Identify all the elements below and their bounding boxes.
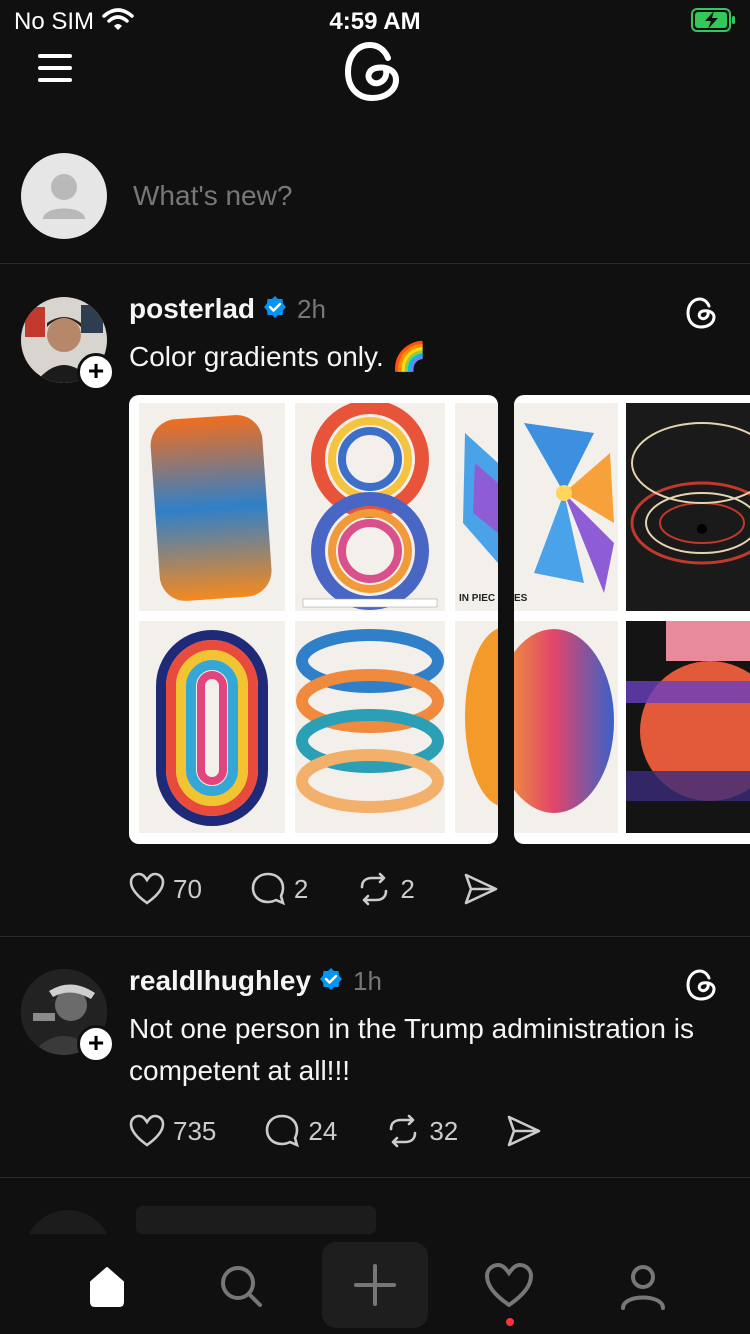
post-actions: 735 24 32: [129, 1113, 590, 1149]
follow-button[interactable]: +: [77, 1025, 115, 1063]
like-count: 70: [173, 873, 202, 904]
carousel-image[interactable]: IN PIEC: [129, 395, 498, 844]
clock: 4:59 AM: [329, 8, 421, 35]
poster-image: [514, 621, 618, 833]
threads-icon[interactable]: [684, 967, 720, 1008]
tab-activity[interactable]: [479, 1256, 539, 1316]
post-time: 2h: [297, 293, 326, 324]
home-icon: [90, 1267, 124, 1307]
battery-icon: [691, 8, 737, 37]
like-count: 735: [173, 1115, 217, 1146]
poster-image: [139, 403, 285, 611]
menu-icon[interactable]: [34, 50, 78, 86]
repost-button[interactable]: 32: [385, 1113, 458, 1149]
heart-icon: [129, 872, 165, 905]
follow-button[interactable]: +: [77, 353, 115, 391]
threads-icon[interactable]: [684, 295, 720, 336]
poster-image: [626, 621, 750, 833]
share-button[interactable]: [463, 872, 499, 906]
repost-icon: [361, 872, 388, 906]
tab-compose[interactable]: [322, 1242, 428, 1328]
verified-badge-icon: [263, 295, 287, 324]
repost-count: 32: [429, 1115, 459, 1146]
send-icon: [464, 873, 498, 905]
poster-image: ES: [514, 403, 618, 611]
tab-bar: [0, 1234, 750, 1334]
post-header: posterlad 2h: [129, 293, 326, 325]
poster-caption: IN PIEC: [459, 593, 496, 604]
composer[interactable]: What's new?: [0, 140, 750, 264]
post-time: 1h: [353, 965, 382, 996]
post-actions: 70 2 2: [129, 871, 547, 907]
tab-search[interactable]: [211, 1256, 271, 1316]
poster-image: IN PIEC: [455, 403, 498, 611]
like-button[interactable]: 735: [129, 1114, 216, 1148]
reply-button[interactable]: 24: [264, 1113, 337, 1149]
heart-icon: [484, 1263, 534, 1308]
repost-button[interactable]: 2: [356, 871, 415, 907]
tab-home[interactable]: [77, 1256, 137, 1316]
post[interactable]: + posterlad 2h Color gradients only. 🌈 I…: [0, 265, 750, 937]
post-text: Color gradients only. 🌈: [129, 341, 427, 372]
poster-image: [455, 621, 498, 833]
author-avatar[interactable]: +: [21, 969, 115, 1063]
share-button[interactable]: [506, 1114, 542, 1148]
poster-image: [139, 621, 285, 833]
image-carousel[interactable]: IN PIEC ES: [129, 395, 750, 844]
reply-button[interactable]: 2: [250, 871, 308, 907]
poster-image: [626, 403, 750, 611]
notification-dot: [506, 1318, 514, 1326]
plus-icon: [354, 1264, 396, 1306]
search-icon: [221, 1266, 262, 1307]
heart-icon: [129, 1114, 165, 1147]
profile-icon: [621, 1265, 665, 1310]
post-text: Not one person in the Trump administrati…: [129, 1013, 694, 1086]
post-header: realdlhughley 1h: [129, 965, 382, 997]
poster-image: [295, 621, 445, 833]
repost-count: 2: [400, 873, 415, 904]
username[interactable]: realdlhughley: [129, 965, 311, 997]
send-icon: [507, 1115, 541, 1147]
poster-caption: ES: [514, 593, 528, 604]
poster-image: [295, 403, 445, 611]
loading-text-placeholder: [136, 1206, 376, 1234]
threads-logo[interactable]: [340, 36, 410, 111]
verified-badge-icon: [319, 967, 343, 996]
like-button[interactable]: 70: [129, 872, 202, 906]
repost-icon: [390, 1114, 417, 1148]
tab-profile[interactable]: [613, 1256, 673, 1316]
comment-icon: [266, 1114, 300, 1148]
reply-count: 24: [308, 1115, 338, 1146]
comment-icon: [251, 872, 285, 906]
username[interactable]: posterlad: [129, 293, 255, 325]
reply-count: 2: [293, 873, 309, 904]
author-avatar[interactable]: +: [21, 297, 115, 391]
carousel-image[interactable]: ES: [514, 395, 750, 844]
post[interactable]: + realdlhughley 1h Not one person in the…: [0, 937, 750, 1178]
avatar[interactable]: [21, 153, 107, 239]
compose-input[interactable]: What's new?: [133, 180, 292, 212]
